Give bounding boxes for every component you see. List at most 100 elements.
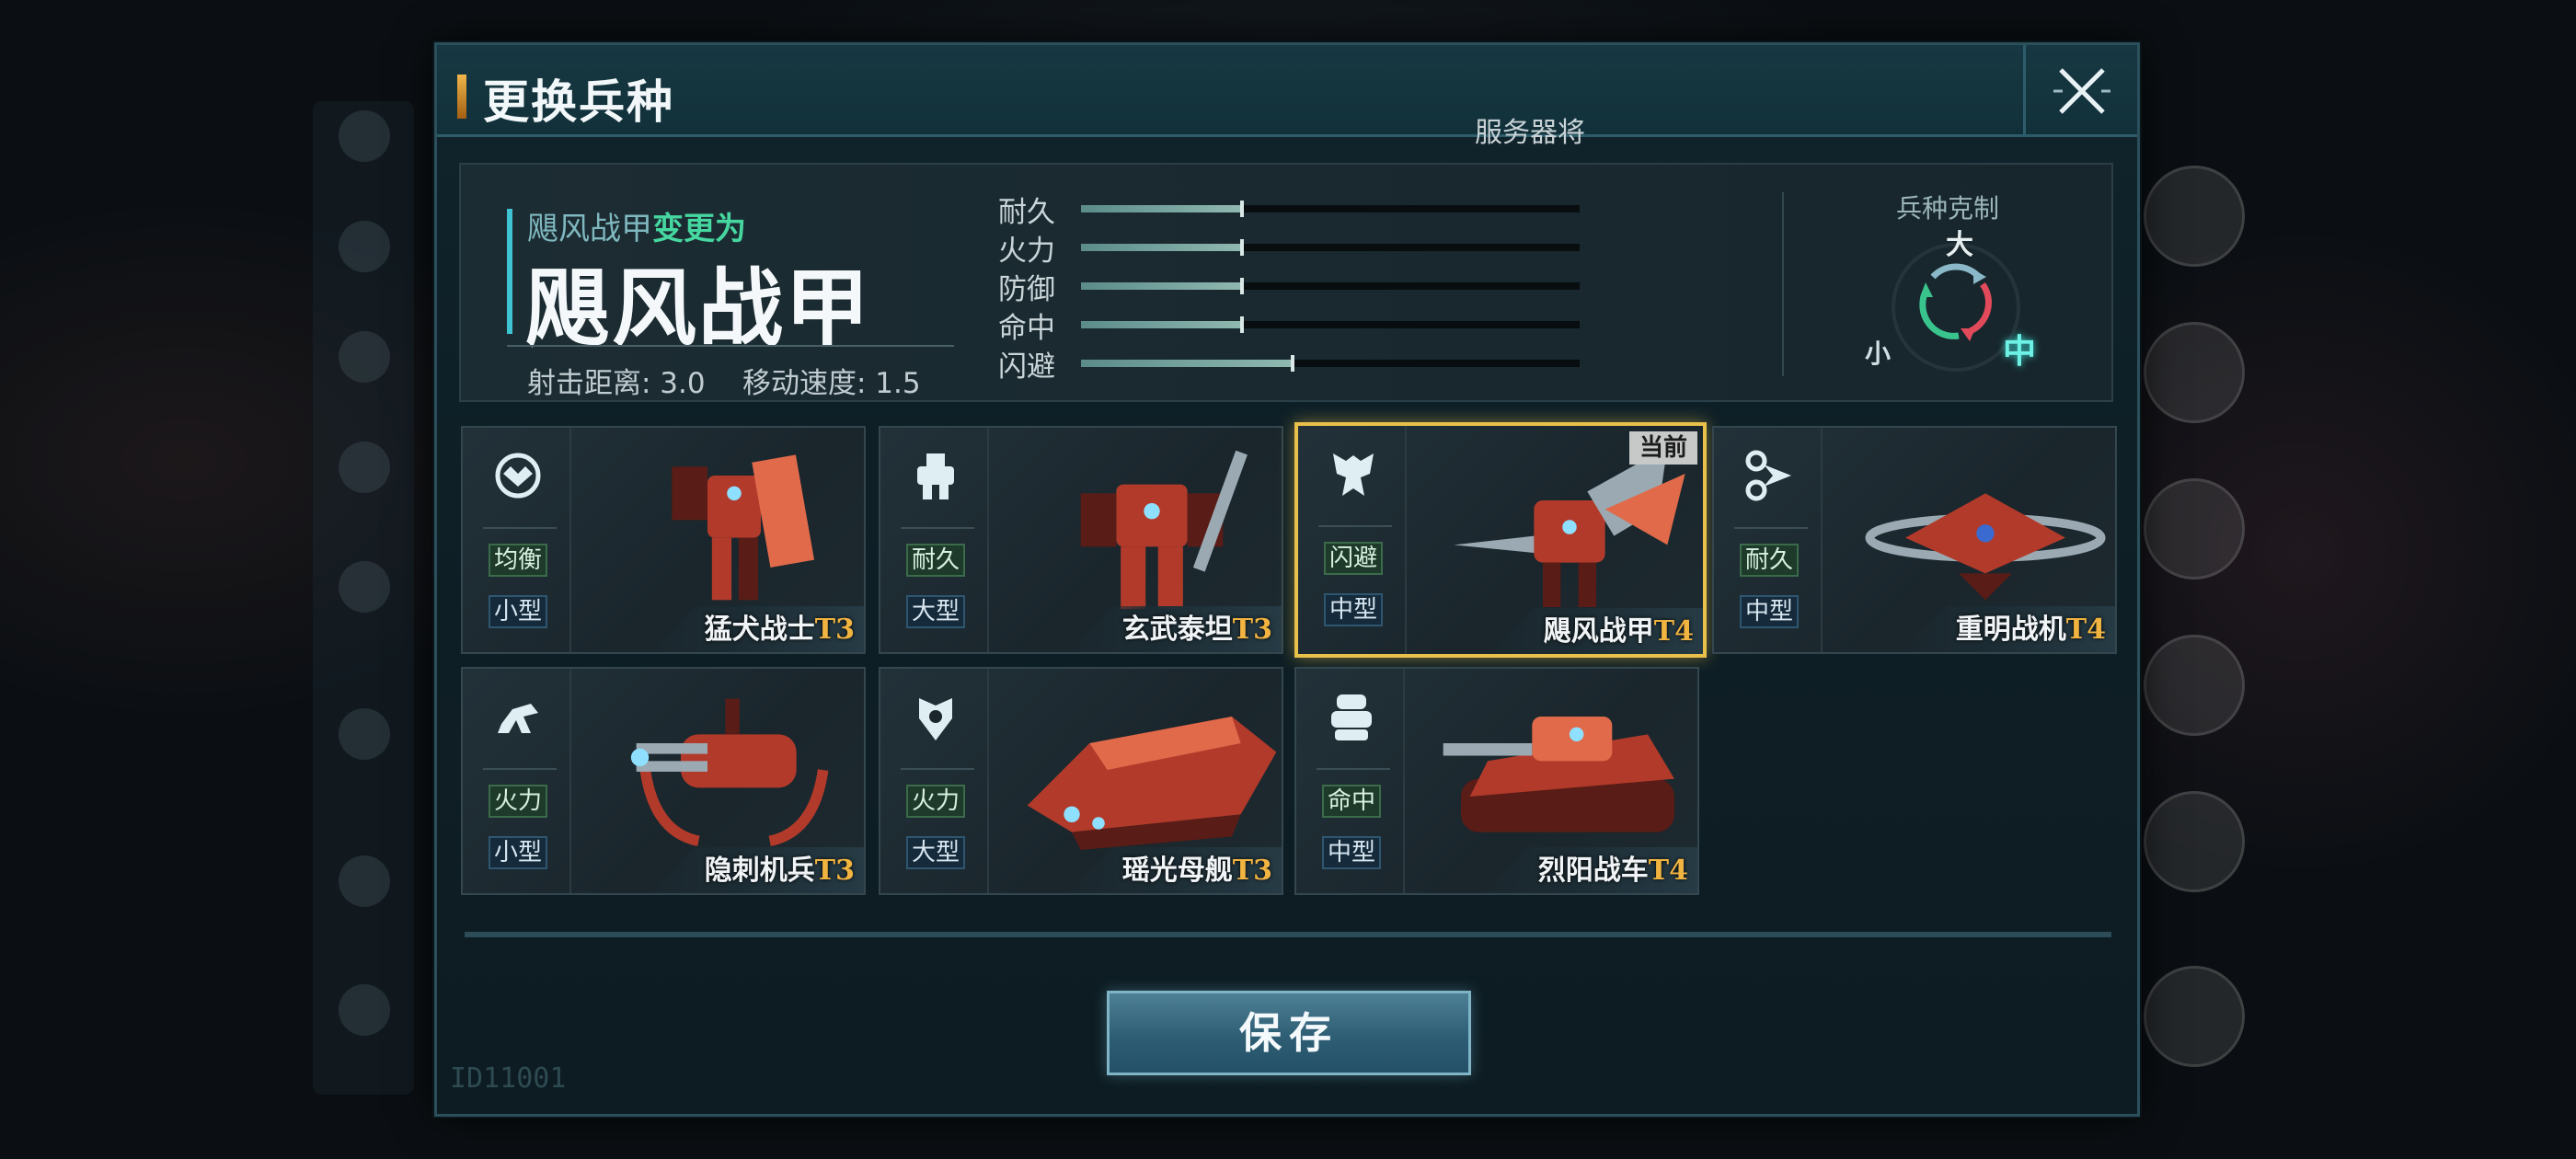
- unit-card-divider: [1317, 768, 1390, 770]
- unit-card[interactable]: 耐久 中型 重明战机T4: [1712, 426, 2117, 654]
- server-notice-text: 服务器将: [1475, 117, 1585, 149]
- unit-card[interactable]: 均衡 小型 猛犬战士T3: [461, 426, 866, 654]
- unit-artwork: [1018, 678, 1282, 862]
- unit-info-panel: 飓风战甲变更为 飓风战甲 射击距离: 3.0 移动速度: 1.5 耐久 火力 防御命…: [459, 163, 2113, 402]
- unit-size-badge: 大型: [906, 836, 965, 869]
- stat-bar-marker: [1240, 201, 1245, 217]
- stat-bar-fill: [1081, 360, 1291, 367]
- current-tag: 当前: [1629, 431, 1697, 465]
- close-button[interactable]: [2023, 45, 2137, 137]
- unit-card[interactable]: 火力 大型 瑶光母舰T3: [879, 667, 1283, 895]
- bottom-divider: [465, 932, 2111, 937]
- unit-tier: T3: [814, 614, 855, 646]
- unit-tier: T4: [1653, 615, 1694, 648]
- stat-row: 闪避: [998, 343, 1580, 384]
- unit-size-badge: 大型: [906, 595, 965, 628]
- stat-bar-marker: [1240, 278, 1245, 294]
- stat-bar-marker: [1240, 316, 1245, 333]
- stat-row: 火力: [998, 227, 1580, 268]
- unit-name-label: 飓风战甲T4: [1544, 608, 1694, 648]
- unit-tier: T4: [1648, 855, 1688, 887]
- background-avatar-column: [2125, 147, 2254, 1113]
- unit-name: 隐刺机兵: [704, 855, 815, 887]
- info-divider: [507, 345, 954, 347]
- unit-role-badge: 耐久: [906, 544, 965, 577]
- unit-card-divider: [901, 527, 974, 529]
- stat-row: 防御: [998, 266, 1580, 306]
- mothership-icon: [906, 687, 965, 746]
- change-unit-dialog: 更换兵种 服务器将 飓风战甲变更为 飓风战甲 射击距离: 3.0 移动速度: 1…: [434, 42, 2140, 1117]
- unit-role-badge: 命中: [1322, 785, 1381, 818]
- stat-bar: [1081, 316, 1580, 333]
- unit-size-badge: 小型: [489, 595, 547, 628]
- dialog-title: 更换兵种: [483, 75, 674, 129]
- unit-size-badge: 中型: [1740, 595, 1799, 628]
- stat-label: 火力: [998, 235, 1055, 268]
- unit-name-label: 烈阳战车T4: [1538, 847, 1688, 888]
- stat-row: 命中: [998, 304, 1580, 345]
- unit-artwork: [1434, 678, 1697, 862]
- unit-name: 飓风战甲: [1543, 615, 1654, 648]
- unit-tier: T3: [1232, 614, 1272, 646]
- counter-small-label: 小: [1865, 339, 1892, 369]
- unit-artwork: [1852, 437, 2115, 621]
- unit-tier: T3: [1232, 855, 1272, 887]
- unit-name: 重明战机: [1955, 614, 2066, 646]
- unit-artwork: [601, 437, 864, 621]
- unit-name-label: 猛犬战士T3: [705, 606, 855, 647]
- titan-icon: [906, 446, 965, 505]
- save-button[interactable]: 保存: [1107, 991, 1471, 1075]
- unit-role-badge: 火力: [489, 785, 547, 818]
- unit-card[interactable]: 闪避 中型 飓风战甲T4 当前: [1294, 422, 1707, 658]
- unit-card-divider: [483, 527, 557, 529]
- dialog-titlebar: 更换兵种: [437, 45, 2137, 137]
- speed-stat: 移动速度: 1.5: [742, 367, 921, 400]
- stat-label: 命中: [998, 312, 1055, 345]
- armor-icon: [1324, 444, 1383, 503]
- aircraft-icon: [1740, 446, 1799, 505]
- unit-card-divider: [483, 768, 557, 770]
- unit-name: 烈阳战车: [1537, 855, 1649, 887]
- title-accent: [457, 75, 466, 119]
- stat-label: 闪避: [998, 350, 1055, 384]
- unit-artwork: [601, 678, 864, 862]
- unit-name-label: 重明战机T4: [1956, 606, 2106, 647]
- unit-name-label: 玄武泰坦T3: [1122, 606, 1272, 647]
- stat-bar: [1081, 278, 1580, 294]
- spider-mech-icon: [489, 687, 547, 746]
- counter-divider: [1782, 192, 1784, 376]
- unit-card[interactable]: 耐久 大型 玄武泰坦T3: [879, 426, 1283, 654]
- unit-card[interactable]: 命中 中型 烈阳战车T4: [1294, 667, 1699, 895]
- tank-icon: [1322, 687, 1381, 746]
- stat-bar: [1081, 355, 1580, 372]
- background-side-menu: [313, 101, 414, 1095]
- stat-bar-fill: [1081, 321, 1241, 328]
- unit-role-badge: 闪避: [1324, 542, 1383, 575]
- unit-role-badge: 耐久: [1740, 544, 1799, 577]
- unit-name: 猛犬战士: [704, 614, 815, 646]
- unit-size-badge: 中型: [1324, 593, 1383, 626]
- unit-name: 瑶光母舰: [1121, 855, 1233, 887]
- unit-name: 玄武泰坦: [1121, 614, 1233, 646]
- balanced-mech-icon: [489, 446, 547, 505]
- unit-size-badge: 中型: [1322, 836, 1381, 869]
- unit-tier: T4: [2065, 614, 2106, 646]
- stat-label: 防御: [998, 273, 1055, 306]
- unit-tier: T3: [814, 855, 855, 887]
- stat-bar-fill: [1081, 244, 1241, 251]
- counter-diagram: 大 小 中: [1865, 220, 2043, 395]
- unit-card-divider: [1318, 525, 1392, 527]
- unit-name-label: 瑶光母舰T3: [1122, 847, 1272, 888]
- unit-card[interactable]: 火力 小型 隐刺机兵T3: [461, 667, 866, 895]
- stat-bar: [1081, 239, 1580, 256]
- range-stat: 射击距离: 3.0: [527, 367, 706, 400]
- unit-name-label: 隐刺机兵T3: [705, 847, 855, 888]
- stat-bar-fill: [1081, 205, 1241, 212]
- info-accent-bar: [507, 209, 512, 334]
- stat-bar: [1081, 201, 1580, 217]
- unit-role-badge: 均衡: [489, 544, 547, 577]
- stat-bar-marker: [1240, 239, 1245, 256]
- counter-large-label: 大: [1946, 229, 1973, 261]
- stat-row: 耐久: [998, 189, 1580, 229]
- close-icon: [2053, 68, 2110, 114]
